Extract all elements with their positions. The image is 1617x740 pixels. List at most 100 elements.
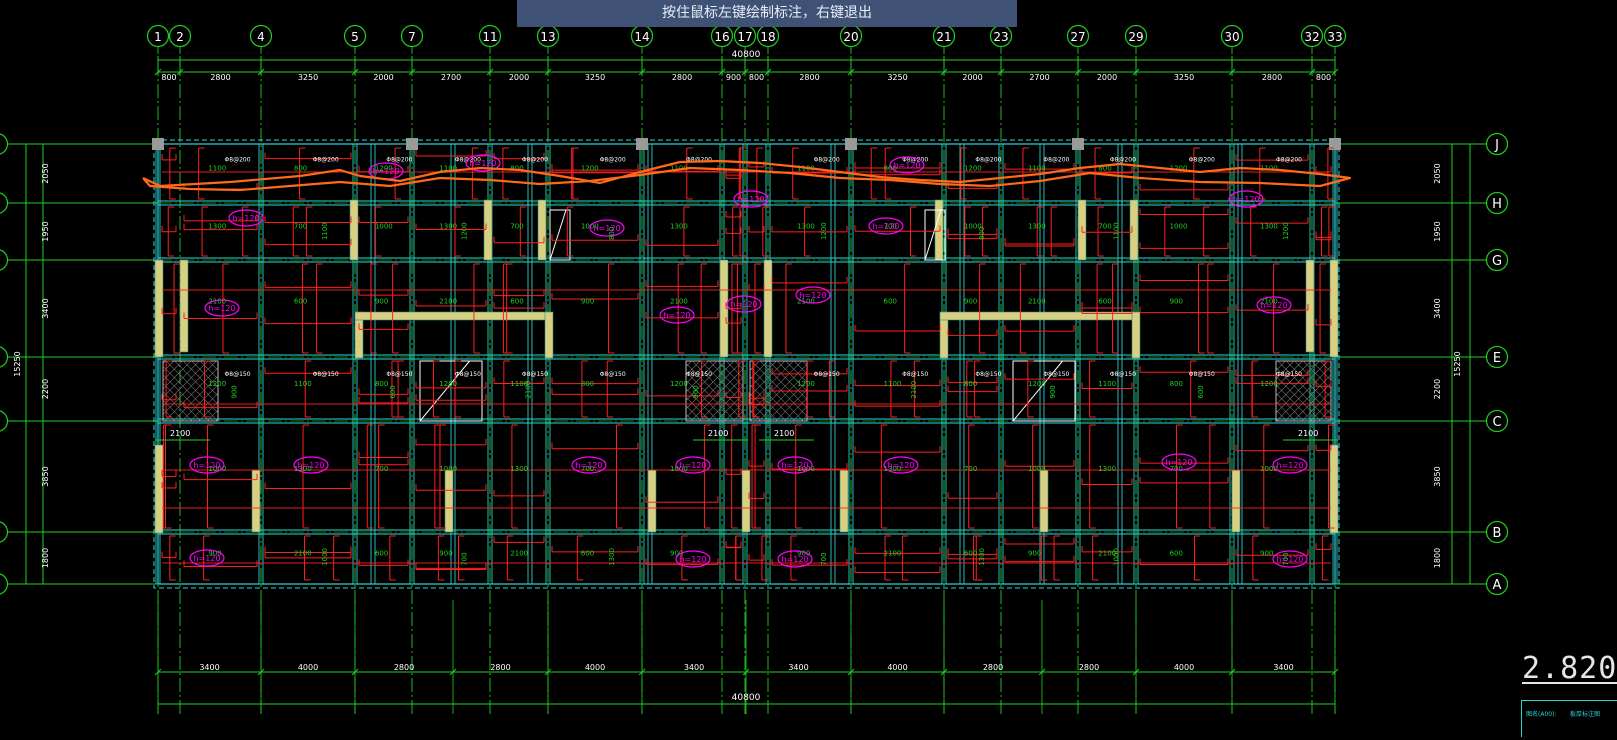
axis-bubble-17: 17	[733, 24, 757, 48]
axis-bubble-A: A	[1485, 572, 1509, 596]
rebar-spec-label: Φ8@150	[975, 371, 1001, 378]
dim-2100: 2100	[170, 429, 190, 438]
length-label-v: 1300	[978, 548, 986, 566]
rebar-spec-label: Φ8@150	[313, 371, 339, 378]
slab-thickness-tag: h=120	[189, 456, 225, 474]
shear-wall	[444, 469, 454, 533]
svg-text:h=120: h=120	[1260, 301, 1287, 310]
length-label-v: 700	[820, 552, 828, 565]
slab-thickness-tag: h=120	[726, 295, 762, 313]
column	[152, 138, 164, 150]
shear-wall	[1329, 259, 1339, 358]
length-label: 1100	[294, 380, 312, 388]
drawing-title-underline	[1522, 682, 1617, 684]
rebar-spec-label: Φ8@150	[1276, 371, 1302, 378]
dim-text-bottom: 4000	[887, 663, 907, 672]
length-label-v: 1000	[321, 548, 329, 566]
length-label: 1000	[1028, 465, 1046, 473]
shear-wall	[483, 199, 493, 261]
axis-label: 1	[154, 30, 162, 44]
dim-text-top: 2800	[210, 73, 230, 82]
svg-text:h=120: h=120	[781, 461, 808, 470]
length-label: 2100	[884, 549, 902, 557]
column	[636, 138, 648, 150]
length-label-v: 1200	[820, 222, 828, 240]
dim-text-top: 2800	[1262, 73, 1282, 82]
slab-thickness-tag: h=120	[189, 549, 225, 567]
rebar-spec-label: Φ8@200	[522, 157, 548, 164]
length-label: 800	[964, 380, 977, 388]
cad-canvas[interactable]: 40800 800 2800 3250 2000 2700 2000 3250 2800 900 8…	[0, 0, 1617, 736]
dim-text-side: 3400	[41, 298, 50, 318]
length-label-v: 2100	[525, 381, 533, 399]
axis-bubble-33: 33	[1323, 24, 1347, 48]
rebar-spec-label: Φ8@150	[600, 371, 626, 378]
dim-total-side: 15250	[13, 351, 22, 376]
rebar-spec-label: Φ8@200	[975, 157, 1001, 164]
length-label-v: 1200	[461, 222, 469, 240]
axis-label: 5	[351, 30, 359, 44]
axis-label: 18	[760, 30, 775, 44]
dim-text-top: 2800	[799, 73, 819, 82]
length-label: 700	[294, 223, 307, 231]
axis-label: 17	[737, 30, 752, 44]
dim-text-side: 1800	[1433, 548, 1442, 568]
axis-bubble-left	[0, 410, 9, 432]
svg-text:h=120: h=120	[1276, 461, 1303, 470]
dim-text-top: 2000	[373, 73, 393, 82]
dim-text-bottom: 3400	[199, 663, 219, 672]
length-label: 900	[439, 549, 452, 557]
dim-text-bottom: 2800	[1079, 663, 1099, 672]
axis-label: 16	[714, 30, 729, 44]
dim-text-top: 3250	[298, 73, 318, 82]
length-label: 1300	[1028, 223, 1046, 231]
length-label-v: 1100	[1113, 222, 1121, 240]
dim-text-top: 2700	[1029, 73, 1049, 82]
shear-wall	[763, 259, 773, 358]
length-label-v: 600	[389, 385, 397, 398]
dim-2100: 2100	[708, 429, 728, 438]
length-label: 1000	[375, 223, 393, 231]
dim-text-side: 3400	[1433, 298, 1442, 318]
dim-text-side: 3850	[41, 466, 50, 486]
slab-thickness-tag: h=120	[675, 456, 711, 474]
shear-wall	[1231, 469, 1241, 533]
shear-wall	[544, 311, 554, 359]
rebar-spec-label: Φ8@150	[814, 371, 840, 378]
axis-bubble-7: 7	[400, 24, 424, 48]
dim-text-bottom: 4000	[585, 663, 605, 672]
dim-text-side: 2050	[41, 163, 50, 183]
dim-text-bottom: 3400	[684, 663, 704, 672]
shear-wall	[647, 469, 657, 533]
dim-text-top: 3250	[585, 73, 605, 82]
length-label: 1300	[208, 223, 226, 231]
axis-label: 30	[1224, 30, 1239, 44]
dim-text-bottom: 2800	[490, 663, 510, 672]
axis-bubble-left	[0, 346, 9, 368]
svg-text:h=120: h=120	[887, 461, 914, 470]
shear-wall	[349, 199, 359, 261]
length-label: 900	[375, 298, 388, 306]
rebar-spec-label: Φ8@150	[686, 371, 712, 378]
dim-text-top: 2000	[962, 73, 982, 82]
svg-text:h=120: h=120	[679, 461, 706, 470]
axis-label: 29	[1128, 30, 1143, 44]
svg-text:h=120: h=120	[593, 224, 620, 233]
dim-text-top: 2000	[509, 73, 529, 82]
rebar-spec-label: Φ8@150	[522, 371, 548, 378]
dim-text-bottom: 3400	[1273, 663, 1293, 672]
length-label: 600	[294, 298, 307, 306]
length-label: 800	[1170, 380, 1183, 388]
axis-label: 32	[1304, 30, 1319, 44]
floor-plan[interactable]: 40800800 2800 3250 2000 2700 2000 3250 2800 900 8…	[0, 0, 1617, 736]
drawing-title: 2.820m板	[1522, 651, 1617, 686]
length-label: 600	[1170, 549, 1183, 557]
length-label: 1000	[1170, 223, 1188, 231]
svg-text:h=120: h=120	[1276, 555, 1303, 564]
dim-text-side: 3850	[1433, 466, 1442, 486]
axis-bubble-18: 18	[756, 24, 780, 48]
axis-bubble-32: 32	[1300, 24, 1324, 48]
axis-label: 27	[1070, 30, 1085, 44]
axis-bubble-left	[0, 133, 9, 155]
axis-bubble-left	[0, 249, 9, 271]
